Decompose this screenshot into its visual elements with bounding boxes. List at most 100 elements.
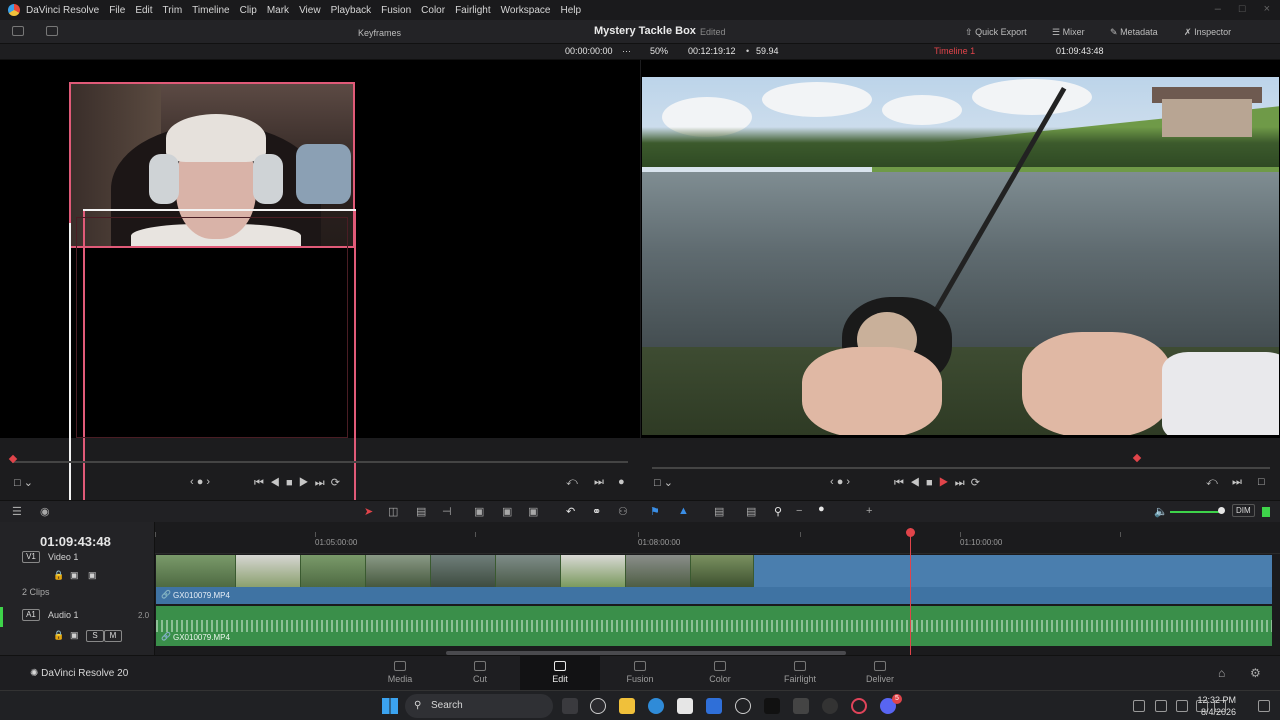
minimize-icon[interactable]: – (1215, 3, 1221, 15)
source-scrubber[interactable] (12, 461, 628, 463)
go-to-end-icon[interactable]: ⏭ (955, 477, 965, 489)
notifications-icon[interactable] (1258, 700, 1270, 712)
program-next-frame-icon[interactable]: ⏭ (1232, 476, 1242, 490)
menu-view[interactable]: View (299, 5, 321, 16)
play-reverse-icon[interactable]: ◀ (270, 477, 280, 489)
page-tab-deliver[interactable]: Deliver (840, 656, 920, 691)
zoom-select[interactable]: 50% (650, 46, 668, 56)
mixer-button[interactable]: ☰ Mixer (1052, 27, 1085, 38)
zoom-in-icon[interactable]: + (866, 505, 872, 517)
dim-button[interactable]: DIM (1232, 504, 1255, 517)
zoom-out-icon[interactable]: − (796, 505, 802, 517)
media-pool-icon[interactable] (12, 26, 24, 36)
store-icon[interactable] (677, 698, 693, 714)
go-to-start-icon[interactable]: ⏮ (254, 477, 264, 489)
play-reverse-icon[interactable]: ◀ (910, 477, 920, 489)
source-lock-icon[interactable]: ● (618, 476, 625, 490)
timeline-panel[interactable]: 01:09:43:48 V1 Video 1 🔒 ▣ ▣ 2 Clips A1 … (0, 522, 1280, 655)
menu-mark[interactable]: Mark (267, 5, 289, 16)
source-next-frame-icon[interactable]: ⏭ (594, 476, 604, 490)
replace-clip-icon[interactable]: ▣ (528, 505, 538, 518)
menu-playback[interactable]: Playback (331, 5, 372, 16)
blade-tool-icon[interactable]: ⊣ (442, 505, 452, 518)
video-clip-name-bar[interactable]: 🔗 GX010079.MP4 (156, 587, 1272, 604)
program-scrubber[interactable] (652, 467, 1270, 469)
bluetooth-icon[interactable] (1155, 700, 1167, 712)
dynamic-trim-icon[interactable]: ▤ (416, 505, 426, 518)
menu-file[interactable]: File (109, 5, 125, 16)
page-tab-fairlight[interactable]: Fairlight (760, 656, 840, 691)
program-match-frame-icon[interactable]: ⤺ (1206, 476, 1218, 490)
mute-button[interactable]: M (104, 630, 122, 642)
keyframes-button[interactable]: Keyframes (358, 28, 401, 38)
timeline-name[interactable]: Timeline 1 (934, 46, 975, 56)
audio-track-tag[interactable]: A1 (22, 609, 40, 621)
video-track-label[interactable]: Video 1 (48, 552, 78, 562)
linked-selection-icon[interactable]: ⚭ (592, 505, 601, 518)
go-to-start-icon[interactable]: ⏮ (894, 477, 904, 489)
program-viewer[interactable] (641, 60, 1280, 438)
close-icon[interactable]: × (1264, 3, 1270, 15)
maximize-icon[interactable]: □ (1239, 3, 1246, 15)
page-tab-fusion[interactable]: Fusion (600, 656, 680, 691)
program-fullscreen-icon[interactable]: □ (1258, 476, 1265, 490)
source-jog-control[interactable]: ‹ ● › (190, 476, 210, 490)
davinci-taskbar-icon[interactable] (793, 698, 809, 714)
timeline-playhead-handle[interactable] (906, 528, 915, 537)
trim-tool-icon[interactable]: ◫ (388, 505, 398, 518)
zoom-full-icon[interactable]: ▤ (714, 505, 724, 518)
metadata-button[interactable]: ✎ Metadata (1110, 27, 1158, 38)
menu-edit[interactable]: Edit (135, 5, 152, 16)
menu-trim[interactable]: Trim (163, 5, 183, 16)
stop-icon[interactable]: ■ (286, 477, 293, 489)
audio-track-options-icon[interactable]: ◉ (40, 505, 50, 518)
menu-fusion[interactable]: Fusion (381, 5, 411, 16)
loop-icon[interactable]: ⟳ (331, 477, 340, 489)
menu-fairlight[interactable]: Fairlight (455, 5, 491, 16)
home-icon[interactable]: ⌂ (1218, 666, 1225, 680)
terminal-icon[interactable] (764, 698, 780, 714)
play-icon[interactable]: ▶ (299, 477, 309, 489)
menu-timeline[interactable]: Timeline (192, 5, 229, 16)
zoom-detail-icon[interactable]: ▤ (746, 505, 756, 518)
page-tab-cut[interactable]: Cut (440, 656, 520, 691)
page-tab-media[interactable]: Media (360, 656, 440, 691)
position-lock-icon[interactable]: ⚇ (618, 505, 628, 518)
marker-icon[interactable]: ▲ (678, 505, 689, 517)
windows-start-icon[interactable] (382, 698, 398, 714)
task-view-icon[interactable] (562, 698, 578, 714)
volume-slider[interactable] (1170, 511, 1222, 513)
effects-icon[interactable] (46, 26, 58, 36)
menu-color[interactable]: Color (421, 5, 445, 16)
taskbar-search[interactable]: ⚲ Search (405, 694, 553, 718)
selection-tool-icon[interactable]: ➤ (364, 505, 373, 518)
play-icon[interactable]: ▶ (939, 477, 949, 489)
insert-clip-icon[interactable]: ▣ (474, 505, 484, 518)
source-viewer[interactable] (0, 60, 640, 555)
file-explorer-icon[interactable] (619, 698, 635, 714)
inspector-button[interactable]: ✗ Inspector (1184, 27, 1231, 38)
page-tab-color[interactable]: Color (680, 656, 760, 691)
menu-workspace[interactable]: Workspace (501, 5, 551, 16)
source-view-options[interactable]: □ ⌄ (14, 476, 33, 490)
microphone-icon[interactable] (1176, 700, 1188, 712)
menu-help[interactable]: Help (560, 5, 581, 16)
program-jog-control[interactable]: ‹ ● › (830, 476, 850, 490)
video-track-visibility-icon[interactable]: ▣ (88, 570, 97, 581)
loop-icon[interactable]: ⟳ (971, 477, 980, 489)
timeline-playhead[interactable] (910, 528, 911, 655)
stop-icon[interactable]: ■ (926, 477, 933, 489)
source-match-frame[interactable]: ⤺ (566, 476, 578, 490)
video-track-tag[interactable]: V1 (22, 551, 40, 563)
page-tab-edit[interactable]: Edit (520, 656, 600, 691)
overwrite-clip-icon[interactable]: ▣ (502, 505, 512, 518)
volume-slider-handle[interactable] (1218, 507, 1225, 514)
zoom-slider-handle[interactable]: ● (818, 503, 825, 515)
timeline-ruler[interactable]: 01:05:00:00 01:08:00:00 01:10:00:00 (155, 532, 1280, 554)
video-clip[interactable] (156, 555, 1272, 587)
zoom-custom-icon[interactable]: ⚲ (774, 505, 782, 518)
quick-export-button[interactable]: ⇧ Quick Export (965, 27, 1027, 38)
video-track-lock-icon[interactable]: 🔒 (53, 570, 64, 581)
timeline-timecode[interactable]: 01:09:43:48 (40, 534, 111, 549)
chatgpt-icon[interactable] (590, 698, 606, 714)
